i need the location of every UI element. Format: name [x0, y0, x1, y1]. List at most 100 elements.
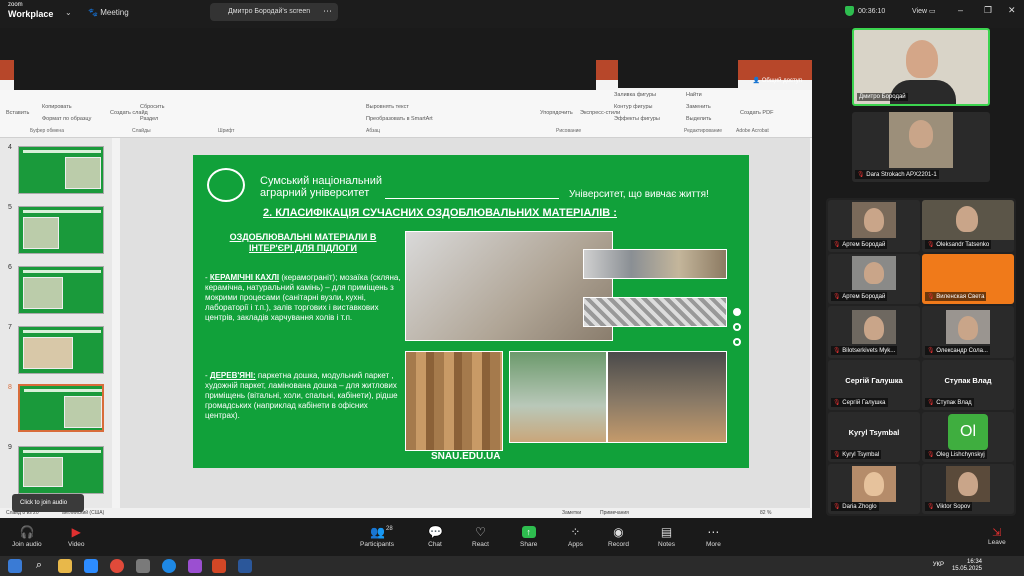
slide-thumbnail[interactable] [18, 446, 104, 494]
video-off-icon: ▶ [71, 525, 81, 539]
apps-button[interactable]: ⁘ Apps [568, 526, 583, 548]
font-group-label: Шрифт [218, 128, 235, 134]
acrobat-group-label: Adobe Acrobat [736, 128, 769, 134]
share-button[interactable]: ↑ Share [520, 526, 537, 548]
thumb-number: 7 [8, 324, 12, 331]
windows-start-icon[interactable] [8, 559, 22, 573]
participant-name: 🎙 Dara Strokach APX2201-1 [855, 170, 939, 179]
share-access-button[interactable]: 👤 Общий доступ [753, 77, 802, 84]
select-button[interactable]: Выделить [686, 116, 711, 122]
comments-button[interactable]: Примечания [600, 510, 629, 516]
participant-tile[interactable]: Ol 🎙 Oleg Lishchynskyj [922, 412, 1014, 462]
parquet-room-photo [607, 351, 727, 443]
leave-button[interactable]: ⇲ Leave [988, 526, 1006, 546]
view-button[interactable]: View ▭ [912, 7, 936, 15]
meeting-timer: 00:36:10 [845, 6, 885, 16]
search-icon[interactable]: ⌕ [32, 559, 46, 573]
system-clock[interactable]: 16:34 15.05.2025 [952, 559, 982, 573]
word-icon[interactable] [238, 559, 252, 573]
slide-thumbnails: 4 5 6 7 8 9 [0, 138, 112, 510]
meeting-icon: 🐾 [88, 8, 98, 17]
participant-tile[interactable]: 🎙 Bilotserkivets Myk... [828, 306, 920, 358]
format-painter-button[interactable]: Формат по образцу [42, 116, 91, 122]
slide-thumbnail[interactable] [18, 146, 104, 194]
more-button[interactable]: ⋯ More [706, 526, 721, 548]
nav-dot-3[interactable] [733, 338, 741, 346]
nav-dot-1[interactable] [733, 308, 741, 316]
chat-button[interactable]: 💬 Chat [428, 525, 443, 548]
participant-video [889, 112, 953, 168]
zoom-app-icon[interactable] [84, 559, 98, 573]
headphones-icon: 🎧 [19, 525, 35, 539]
zoom-level[interactable]: 82 % [760, 510, 771, 516]
participant-tile[interactable]: Kyryl Tsymbal 🎙 Kyryl Tsymbal [828, 412, 920, 462]
participant-display-name: Сергій Галушка [845, 376, 903, 385]
participant-tile[interactable]: 🎙 Daria Zhoglo [828, 464, 920, 514]
speaker-name: Дмитро Бородай [857, 93, 908, 101]
shape-outline-button[interactable]: Контур фигуры [614, 104, 652, 110]
keyboard-language[interactable]: УКР [933, 562, 944, 568]
participants-icon: 👥 [369, 525, 385, 539]
shape-effects-button[interactable]: Эффекты фигуры [614, 116, 660, 122]
participant-tile[interactable]: 🎙 Артем Бородай [828, 254, 920, 304]
participant-tile[interactable]: 🎙 Dara Strokach APX2201-1 [852, 112, 990, 182]
arrange-button[interactable]: Упорядочить [540, 110, 573, 116]
participants-count: 28 [386, 526, 393, 532]
meeting-menu[interactable]: 🐾 Meeting [88, 8, 129, 17]
replace-button[interactable]: Заменить [686, 104, 711, 110]
thumb-number: 6 [8, 264, 12, 271]
nav-dot-2[interactable] [733, 323, 741, 331]
viber-icon[interactable] [188, 559, 202, 573]
notes-button[interactable]: Заметки [562, 510, 581, 516]
meeting-toolbar: 🎧 Join audio ▶ Video 👥 Participants 28 💬 Cha… [0, 522, 1024, 556]
redacted-area [618, 60, 738, 88]
avatar: Ol [948, 414, 988, 450]
react-button[interactable]: ♡ React [472, 526, 489, 548]
find-button[interactable]: Найти [686, 92, 702, 98]
section-button[interactable]: Раздел [140, 116, 158, 122]
notes-icon: ▤ [660, 525, 673, 539]
join-audio-button[interactable]: 🎧 Join audio [12, 526, 42, 548]
thumb-number: 8 [8, 384, 12, 391]
chat-icon: 💬 [428, 525, 443, 539]
close-icon[interactable]: ✕ [1008, 5, 1016, 16]
file-explorer-icon[interactable] [58, 559, 72, 573]
participant-tile[interactable]: 🎙 Олександр Сола... [922, 306, 1014, 358]
join-audio-tooltip: Click to join audio [12, 494, 84, 512]
create-pdf-button[interactable]: Создать PDF [740, 110, 773, 116]
slide-thumbnail[interactable] [18, 206, 104, 254]
minimize-icon[interactable]: – [958, 5, 963, 15]
participant-tile[interactable]: 🎙 Артем Бородай [828, 200, 920, 252]
shape-fill-button[interactable]: Заливка фигуры [614, 92, 656, 98]
active-speaker-tile[interactable]: Дмитро Бородай [852, 28, 990, 106]
chevron-down-icon[interactable]: ⌄ [65, 8, 72, 17]
record-button[interactable]: ◉ Record [608, 526, 629, 548]
shield-icon [845, 6, 854, 16]
participant-tile[interactable]: 🎙 Виленская Света [922, 254, 1014, 304]
slide-thumbnail-selected[interactable] [18, 384, 104, 432]
slide-thumbnail[interactable] [18, 266, 104, 314]
participant-tile[interactable]: 🎙 Oleksandr Tatsenko [922, 200, 1014, 252]
align-text-button[interactable]: Выровнять текст [366, 104, 409, 110]
reset-button[interactable]: Сбросить [140, 104, 164, 110]
participant-tile[interactable]: 🎙 Viktor Sopov [922, 464, 1014, 514]
powerpoint-icon[interactable] [212, 559, 226, 573]
calculator-icon[interactable] [136, 559, 150, 573]
copy-button[interactable]: Копировать [42, 104, 72, 110]
slide-thumbnail[interactable] [18, 326, 104, 374]
insert-button[interactable]: Вставить [6, 110, 29, 116]
notes-button[interactable]: ▤ Notes [658, 526, 675, 548]
video-button[interactable]: ▶ Video [68, 526, 85, 548]
slides-group-label: Слайды [132, 128, 151, 134]
more-options-icon[interactable]: ⋯ [323, 6, 332, 17]
screen-share-pill[interactable]: Дмитро Бородай's screen ⋯ [210, 3, 338, 21]
clipboard-group-label: Буфер обмена [30, 128, 64, 134]
edge-icon[interactable] [162, 559, 176, 573]
participant-tile[interactable]: Ступак Влад 🎙 Ступак Влад [922, 360, 1014, 410]
restore-icon[interactable]: ❐ [984, 5, 992, 16]
smartart-button[interactable]: Преобразовать в SmartArt [366, 116, 433, 122]
chrome-icon[interactable] [110, 559, 124, 573]
participant-tile[interactable]: Сергій Галушка 🎙 Сергій Галушка [828, 360, 920, 410]
university-name: Сумський національний аграрний університ… [260, 175, 383, 199]
wood-planks-photo [405, 351, 503, 451]
